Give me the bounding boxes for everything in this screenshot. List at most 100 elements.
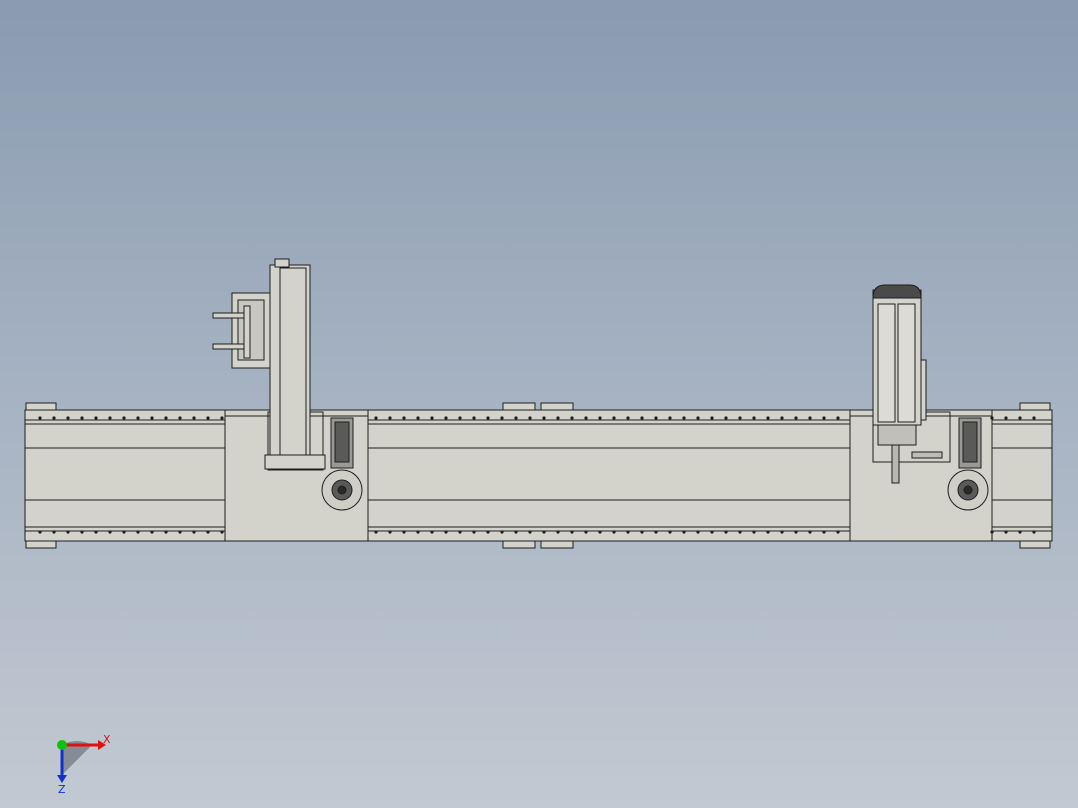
bolt-hole xyxy=(108,416,112,420)
bolt-hole xyxy=(808,416,812,420)
bolt-hole xyxy=(570,416,574,420)
bolt-hole xyxy=(94,416,98,420)
coordinate-triad: X Z xyxy=(57,733,111,795)
bolt-hole xyxy=(990,416,994,420)
right-tool-bit[interactable] xyxy=(891,444,900,484)
bolt-hole xyxy=(1004,416,1008,420)
bolt-hole xyxy=(794,416,798,420)
bolt-hole xyxy=(738,530,742,534)
bolt-hole xyxy=(780,416,784,420)
bolt-hole xyxy=(696,416,700,420)
bolt-hole xyxy=(654,530,658,534)
bolt-hole xyxy=(542,416,546,420)
bolt-hole xyxy=(52,530,56,534)
bolt-hole xyxy=(164,530,168,534)
bolt-hole xyxy=(556,416,560,420)
bolt-hole xyxy=(150,530,154,534)
bolt-hole xyxy=(584,530,588,534)
bolt-hole xyxy=(1032,530,1036,534)
bolt-hole xyxy=(598,530,602,534)
bolt-hole xyxy=(668,416,672,420)
bolt-hole xyxy=(388,416,392,420)
bolt-hole xyxy=(612,416,616,420)
left-bracket-inner xyxy=(237,299,265,361)
bolt-hole xyxy=(570,530,574,534)
bolt-hole xyxy=(150,416,154,420)
bolt-hole xyxy=(752,416,756,420)
right-tool-holder[interactable] xyxy=(877,424,917,446)
bolt-hole xyxy=(808,530,812,534)
graphics-viewport[interactable]: X Z xyxy=(0,0,1078,808)
bolt-hole xyxy=(374,530,378,534)
bolt-hole xyxy=(766,416,770,420)
bolt-hole xyxy=(836,416,840,420)
left-column-face xyxy=(279,267,307,459)
right-spindle-mount xyxy=(920,359,927,421)
bolt-hole xyxy=(682,530,686,534)
bolt-hole xyxy=(472,416,476,420)
bolt-hole xyxy=(626,416,630,420)
bolt-hole xyxy=(738,416,742,420)
bolt-hole xyxy=(80,530,84,534)
bolt-hole xyxy=(416,416,420,420)
bolt-hole xyxy=(514,416,518,420)
left-plate-arm xyxy=(243,305,251,359)
bolt-hole xyxy=(52,416,56,420)
bolt-hole xyxy=(122,416,126,420)
bolt-hole xyxy=(458,416,462,420)
bolt-hole xyxy=(430,416,434,420)
bolt-hole xyxy=(136,416,140,420)
bolt-hole xyxy=(178,416,182,420)
bolt-hole xyxy=(724,530,728,534)
bolt-hole xyxy=(556,530,560,534)
bolt-hole xyxy=(584,416,588,420)
cad-model-front-view[interactable] xyxy=(0,0,1078,808)
bolt-hole xyxy=(654,416,658,420)
bolt-hole xyxy=(822,416,826,420)
bolt-hole xyxy=(220,416,224,420)
bolt-hole xyxy=(486,530,490,534)
x-axis-label: X xyxy=(103,733,111,746)
bolt-hole xyxy=(402,416,406,420)
bolt-hole xyxy=(612,530,616,534)
bolt-hole xyxy=(402,530,406,534)
bolt-hole xyxy=(780,530,784,534)
bolt-hole xyxy=(416,530,420,534)
bolt-hole xyxy=(136,530,140,534)
y-axis-dot xyxy=(57,740,67,750)
bolt-hole xyxy=(822,530,826,534)
bolt-hole xyxy=(752,530,756,534)
bolt-hole xyxy=(66,530,70,534)
bolt-hole xyxy=(1018,416,1022,420)
bolt-hole xyxy=(206,530,210,534)
bolt-hole xyxy=(640,416,644,420)
bolt-hole xyxy=(206,416,210,420)
bolt-hole xyxy=(430,530,434,534)
bolt-hole xyxy=(640,530,644,534)
z-axis-label: Z xyxy=(58,783,66,795)
bolt-hole xyxy=(486,416,490,420)
bolt-hole xyxy=(710,530,714,534)
bolt-hole xyxy=(836,530,840,534)
bolt-hole xyxy=(38,530,42,534)
bolt-hole xyxy=(528,530,532,534)
bolt-hole xyxy=(444,530,448,534)
bolt-hole xyxy=(458,530,462,534)
bolt-hole xyxy=(766,530,770,534)
bolt-hole xyxy=(80,416,84,420)
bolt-hole xyxy=(66,416,70,420)
bolt-hole xyxy=(1032,416,1036,420)
bolt-hole xyxy=(696,530,700,534)
bolt-hole xyxy=(682,416,686,420)
bolt-hole xyxy=(598,416,602,420)
bolt-hole xyxy=(1018,530,1022,534)
bolt-hole xyxy=(626,530,630,534)
left-base-block xyxy=(264,454,326,470)
bolt-hole xyxy=(990,530,994,534)
left-column-cap xyxy=(274,258,290,268)
bolt-hole xyxy=(528,416,532,420)
bolt-hole xyxy=(192,530,196,534)
bolt-hole xyxy=(500,530,504,534)
bolt-hole xyxy=(794,530,798,534)
bolt-hole xyxy=(444,416,448,420)
